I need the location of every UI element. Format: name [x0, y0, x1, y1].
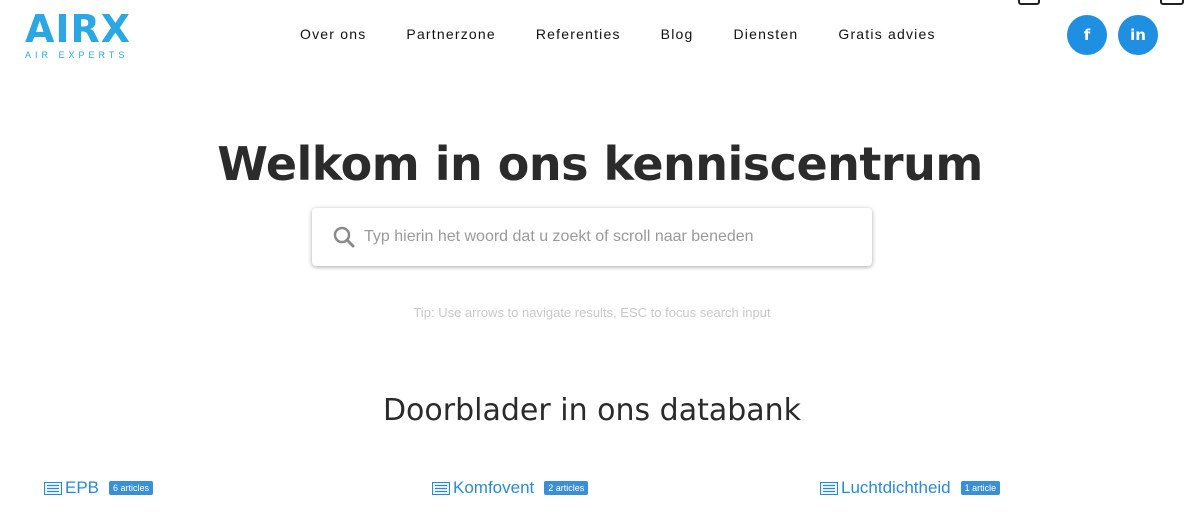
- logo-tagline: AIR EXPERTS: [25, 50, 129, 60]
- nav-item-diensten[interactable]: Diensten: [714, 26, 819, 42]
- category-komfovent[interactable]: Komfovent 2 articles: [432, 478, 589, 498]
- logo-wordmark: AIRX: [25, 7, 132, 51]
- category-label: EPB: [65, 478, 100, 497]
- nav-item-gratis-advies[interactable]: Gratis advies: [818, 26, 955, 42]
- list-icon: [820, 481, 838, 495]
- nav-item-blog[interactable]: Blog: [641, 26, 714, 42]
- search-icon: [332, 225, 356, 249]
- linkedin-icon: in: [1130, 26, 1146, 44]
- article-count-badge: 1 article: [960, 481, 1001, 495]
- page-title: Welkom in ons kenniscentrum: [217, 137, 983, 191]
- search-box[interactable]: [312, 208, 872, 266]
- category-epb[interactable]: EPB 6 articles: [44, 478, 154, 498]
- article-count-badge: 6 articles: [109, 481, 154, 495]
- nav-item-partnerzone[interactable]: Partnerzone: [386, 26, 515, 42]
- nav-item-referenties[interactable]: Referenties: [516, 26, 641, 42]
- nav-item-over-ons[interactable]: Over ons: [280, 26, 386, 42]
- facebook-button[interactable]: f: [1067, 15, 1107, 55]
- logo[interactable]: AIRX AIR EXPERTS: [25, 10, 135, 62]
- category-label: Luchtdichtheid: [841, 478, 951, 497]
- list-icon: [44, 481, 62, 495]
- main-nav: Over ons Partnerzone Referenties Blog Di…: [280, 26, 956, 42]
- facebook-icon: f: [1083, 26, 1091, 44]
- search-input[interactable]: [362, 216, 872, 258]
- cart-icon[interactable]: [1018, 0, 1040, 5]
- list-icon: [432, 481, 450, 495]
- search-tip: Tip: Use arrows to navigate results, ESC…: [413, 305, 771, 320]
- article-count-badge: 2 articles: [544, 481, 589, 495]
- database-title: Doorblader in ons databank: [382, 393, 802, 428]
- category-label: Komfovent: [453, 478, 535, 497]
- linkedin-button[interactable]: in: [1118, 15, 1158, 55]
- category-luchtdichtheid[interactable]: Luchtdichtheid 1 article: [820, 478, 1001, 498]
- menu-icon[interactable]: [1160, 0, 1184, 5]
